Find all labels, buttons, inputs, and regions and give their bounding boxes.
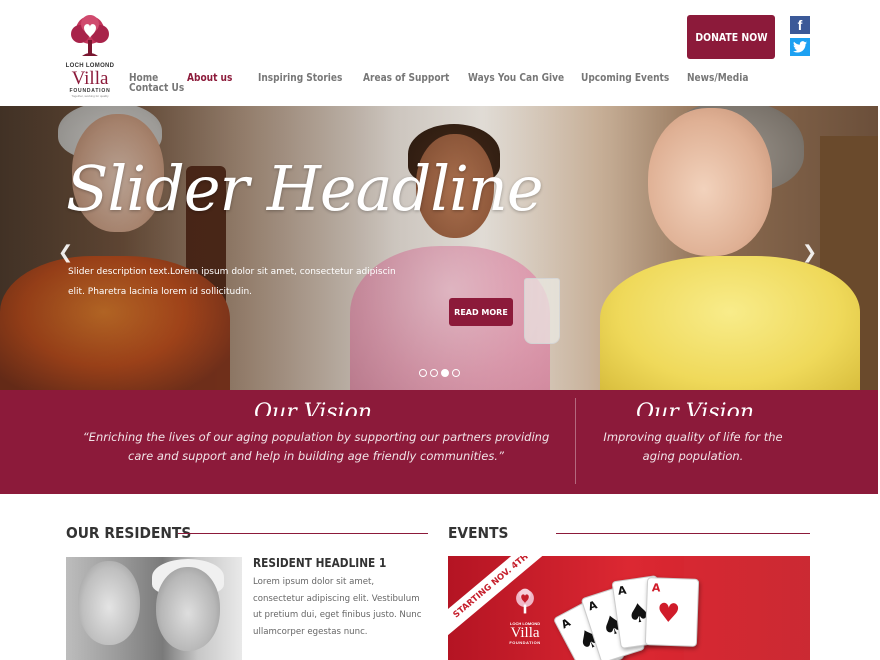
facebook-icon[interactable]: f bbox=[790, 16, 810, 34]
card-rank: A bbox=[586, 598, 599, 614]
nav-item-ways-you-can-give[interactable]: Ways You Can Give bbox=[468, 72, 564, 84]
resident-headline[interactable]: RESIDENT HEADLINE 1 bbox=[253, 556, 386, 570]
donate-button[interactable]: DONATE NOW bbox=[687, 15, 775, 59]
residents-section-title: OUR RESIDENTS bbox=[66, 524, 192, 542]
card-rank: A bbox=[651, 581, 661, 595]
slider-dot[interactable] bbox=[419, 369, 427, 377]
tree-logo-icon bbox=[516, 588, 534, 614]
playing-card: A ♥ bbox=[644, 577, 700, 647]
vision-title-left: Our Vision bbox=[254, 400, 372, 416]
event-logo-sub: FOUNDATION bbox=[509, 640, 541, 645]
chevron-left-icon[interactable]: ❮ bbox=[58, 242, 73, 263]
residents-title-rule bbox=[178, 533, 428, 534]
slider-dot-active[interactable] bbox=[441, 369, 449, 377]
twitter-icon[interactable] bbox=[790, 38, 810, 56]
nav-item-areas-of-support[interactable]: Areas of Support bbox=[363, 72, 449, 84]
resident-photo-person bbox=[156, 567, 220, 651]
slider-overlay bbox=[0, 106, 878, 390]
slider-pagination bbox=[419, 369, 460, 377]
events-section-title: EVENTS bbox=[448, 524, 509, 542]
hero-slider[interactable]: Slider Headline Slider description text.… bbox=[0, 106, 878, 390]
vision-text-right: Improving quality of life for the aging … bbox=[603, 430, 783, 463]
event-logo: LOCH LOMOND Villa FOUNDATION bbox=[505, 588, 545, 645]
event-logo-name: Villa bbox=[510, 625, 540, 641]
donate-button-label: DONATE NOW bbox=[694, 30, 768, 44]
slider-dot[interactable] bbox=[452, 369, 460, 377]
resident-photo[interactable] bbox=[66, 557, 242, 660]
nav-item-inspiring-stories[interactable]: Inspiring Stories bbox=[258, 72, 342, 84]
heart-icon: ♥ bbox=[656, 598, 681, 630]
nav-item-upcoming-events[interactable]: Upcoming Events bbox=[581, 72, 669, 84]
tree-logo-icon bbox=[71, 15, 109, 56]
resident-photo-person bbox=[78, 561, 140, 645]
vision-text-left: “Enriching the lives of our aging popula… bbox=[82, 430, 550, 463]
slider-headline: Slider Headline bbox=[66, 152, 544, 225]
resident-text: Lorem ipsum dolor sit amet, consectetur … bbox=[253, 577, 422, 637]
chevron-right-icon[interactable]: ❯ bbox=[802, 242, 817, 263]
slider-description: Slider description text.Lorem ipsum dolo… bbox=[68, 267, 396, 297]
site-header: LOCH LOMOND Villa FOUNDATION Together, w… bbox=[0, 0, 880, 106]
card-rank: A bbox=[617, 583, 628, 598]
read-more-button[interactable]: READ MORE bbox=[449, 298, 513, 326]
nav-item-contact-us[interactable]: Contact Us bbox=[129, 82, 184, 94]
card-rank: A bbox=[559, 615, 573, 632]
event-banner[interactable]: STARTING NOV. 4TH LOCH LOMOND Villa FOUN… bbox=[448, 556, 810, 660]
nav-item-about-us[interactable]: About us bbox=[187, 72, 232, 84]
events-title-rule bbox=[556, 533, 810, 534]
nav-item-news-media[interactable]: News/Media bbox=[687, 72, 748, 84]
main-nav: Home Contact Us About us Inspiring Stori… bbox=[0, 72, 880, 98]
vision-divider bbox=[575, 398, 576, 484]
vision-title-right: Our Vision bbox=[636, 400, 754, 416]
twitter-bird-icon bbox=[793, 41, 807, 53]
slider-dot[interactable] bbox=[430, 369, 438, 377]
vision-band: Our Vision “Enriching the lives of our a… bbox=[0, 390, 878, 494]
